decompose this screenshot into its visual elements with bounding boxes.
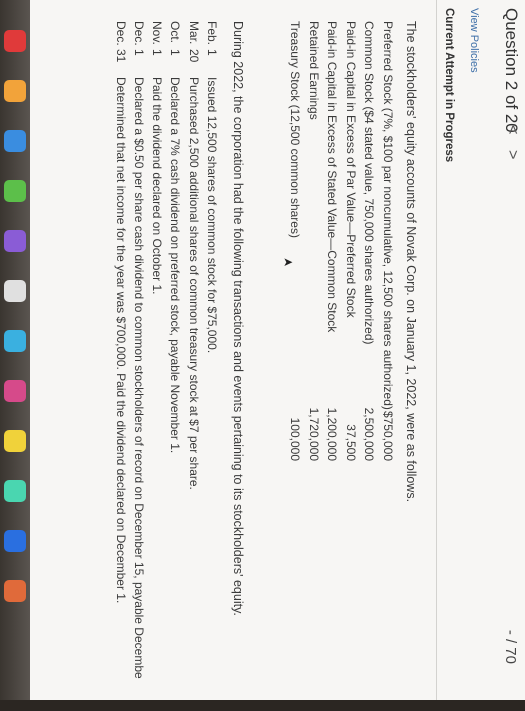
- dock-app-icon[interactable]: [4, 130, 26, 152]
- equity-label: Preferred Stock (7%, $100 par noncumulat…: [381, 21, 395, 410]
- transaction-month: Mar.: [186, 21, 201, 45]
- transaction-row: Dec. 31 Determined that net income for the…: [109, 21, 128, 711]
- dock-app-icon[interactable]: [4, 280, 26, 302]
- equity-table: Preferred Stock (7%, $100 par noncumulat…: [284, 21, 396, 461]
- equity-label: Treasury Stock (12,500 common shares): [288, 21, 303, 238]
- transaction-month: Feb.: [205, 21, 219, 46]
- transaction-description: Issued 12,500 shares of common stock for…: [205, 77, 219, 354]
- equity-amount: 2,500,000: [362, 407, 377, 461]
- equity-label: Retained Earnings: [307, 21, 321, 120]
- question-number: Question 2 of 20: [502, 8, 521, 133]
- dock-app-icon[interactable]: [4, 430, 26, 452]
- equity-amount: 1,200,000: [325, 407, 340, 461]
- transaction-description: Paid the dividend declared on October 1.: [150, 77, 165, 295]
- transaction-month: Nov.: [150, 21, 165, 45]
- view-policies-link[interactable]: View Policies: [468, 8, 480, 73]
- previous-question-button[interactable]: <: [503, 125, 521, 134]
- dock-app-icon[interactable]: [4, 230, 26, 252]
- equity-row: Paid-in Capital in Excess of Stated Valu…: [321, 21, 340, 461]
- transaction-row: Feb. 1 Issued 12,500 shares of common stoc…: [201, 21, 219, 711]
- transaction-description: Determined that net income for the year …: [113, 77, 128, 604]
- dock-app-icon[interactable]: [4, 530, 26, 552]
- equity-row: Preferred Stock (7%, $100 par noncumulat…: [377, 21, 395, 461]
- equity-row: Paid-in Capital in Excess of Par Value—P…: [340, 21, 358, 461]
- transaction-day: 1: [168, 49, 183, 56]
- header-divider: [436, 0, 437, 700]
- transactions-intro: During 2022, the corporation had the fol…: [231, 21, 245, 616]
- equity-amount: 37,500: [344, 424, 358, 461]
- dock-app-icon[interactable]: [4, 380, 26, 402]
- equity-label: Common Stock ($4 stated value, 750,000 s…: [362, 21, 377, 345]
- equity-row: Retained Earnings 1,720,000: [303, 21, 321, 461]
- transaction-row: Nov. 1 Paid the dividend declared on Octob…: [146, 21, 164, 711]
- mouse-cursor-icon: ➤: [282, 255, 294, 270]
- transaction-description: Declared a $0.50 per share cash dividend…: [131, 77, 146, 679]
- question-header: Question 2 of 20 < > - / 70: [487, 0, 525, 700]
- transaction-day: 1: [150, 49, 165, 56]
- transaction-description: Declared a 7% cash dividend on preferred…: [168, 77, 183, 454]
- dock-app-icon[interactable]: [4, 330, 26, 352]
- equity-amount: 1,720,000: [307, 407, 321, 461]
- transaction-month: Oct.: [168, 21, 183, 44]
- equity-row: Treasury Stock (12,500 common shares) 100…: [284, 21, 303, 461]
- transaction-row: Oct. 1 Declared a 7% cash dividend on pref…: [164, 21, 182, 711]
- equity-row: Common Stock ($4 stated value, 750,000 s…: [358, 21, 377, 461]
- dock-app-icon[interactable]: [4, 480, 26, 502]
- dock-app-icon[interactable]: [4, 180, 26, 202]
- transaction-row: Mar. 20 Purchased 2,500 additional shares …: [182, 21, 201, 711]
- dock-app-icon[interactable]: [4, 80, 26, 102]
- attempt-status: Current Attempt in Progress: [443, 8, 455, 163]
- dock-app-icon[interactable]: [4, 30, 26, 52]
- equity-label: Paid-in Capital in Excess of Stated Valu…: [325, 21, 340, 333]
- transaction-month: Dec.: [113, 21, 128, 46]
- transactions-list: Feb. 1 Issued 12,500 shares of common stoc…: [109, 21, 219, 711]
- question-score: - / 70: [502, 629, 519, 664]
- equity-amount: $750,000: [381, 410, 395, 461]
- transaction-day: 1: [205, 49, 219, 56]
- dock-app-icon[interactable]: [4, 580, 26, 602]
- transaction-day: 20: [186, 49, 201, 63]
- question-screen: Question 2 of 20 < > - / 70 View Policie…: [30, 0, 525, 700]
- equity-amount: 100,000: [288, 417, 303, 461]
- transaction-day: 1: [131, 49, 146, 56]
- transaction-day: 31: [113, 49, 128, 63]
- dock: [0, 0, 30, 700]
- intro-text: The stockholders' equity accounts of Nov…: [404, 21, 418, 503]
- next-question-button[interactable]: >: [503, 150, 521, 159]
- transaction-row: Dec. 1 Declared a $0.50 per share cash div…: [128, 21, 146, 711]
- transaction-description: Purchased 2,500 additional shares of com…: [186, 77, 201, 490]
- transaction-month: Dec.: [131, 21, 146, 46]
- equity-label: Paid-in Capital in Excess of Par Value—P…: [344, 21, 358, 318]
